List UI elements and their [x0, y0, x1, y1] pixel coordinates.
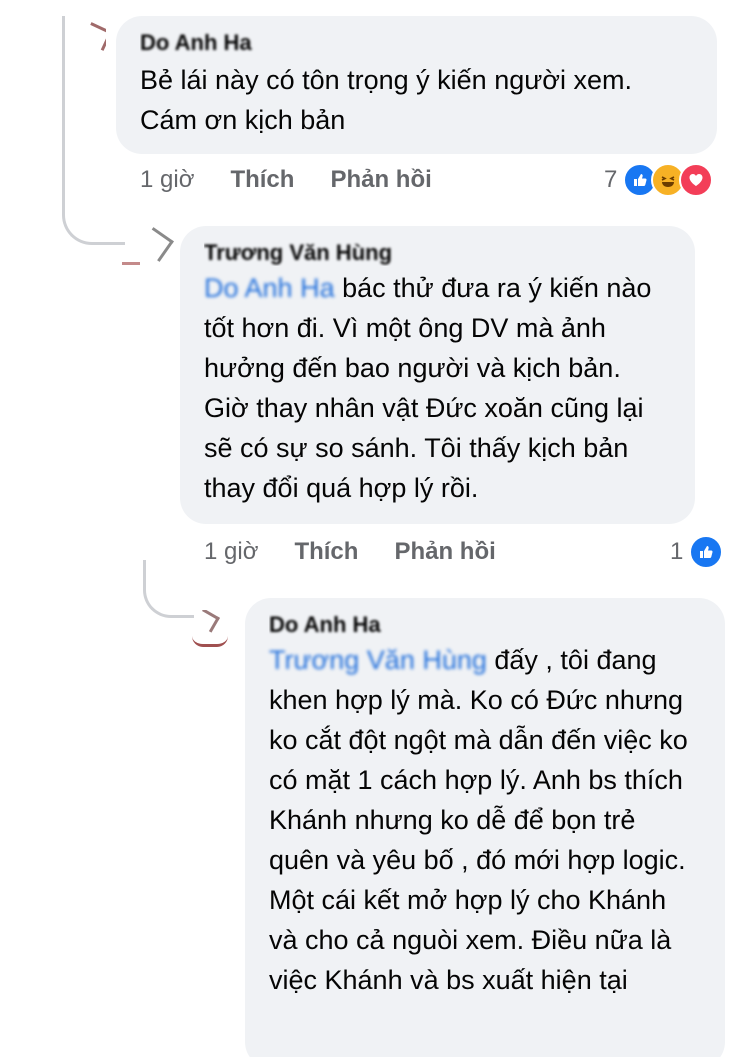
- comment-timestamp[interactable]: 1 giờ: [140, 166, 194, 194]
- comment-bubble: Do Anh Ha Trương Văn Hùng đấy , tôi đang…: [245, 598, 725, 1057]
- reply-button[interactable]: Phản hồi: [394, 538, 495, 566]
- reaction-summary[interactable]: 7: [604, 162, 714, 198]
- like-icon: [689, 535, 724, 569]
- author-name[interactable]: Do Anh Ha: [269, 612, 381, 637]
- comment-bubble: Trương Văn Hùng Do Anh Ha bác thử đưa ra…: [180, 226, 695, 524]
- comment-body: đấy , tôi đang khen hợp lý mà. Ko có Đức…: [269, 645, 688, 995]
- comment-text: Bẻ lái này có tôn trọng ý kiến người xem…: [140, 65, 633, 135]
- mention-link[interactable]: Trương Văn Hùng: [269, 640, 487, 680]
- reaction-summary[interactable]: 1: [670, 534, 724, 570]
- love-icon: [679, 163, 714, 197]
- reaction-count: 7: [604, 166, 618, 193]
- comment-thread: Do Anh Ha Bẻ lái này có tôn trọng ý kiến…: [0, 0, 749, 1057]
- avatar[interactable]: [168, 610, 238, 650]
- comment-timestamp[interactable]: 1 giờ: [204, 538, 258, 566]
- author-name[interactable]: Do Anh Ha: [140, 30, 252, 55]
- comment-actions: 1 giờ Thích Phản hồi: [204, 534, 532, 570]
- reaction-count: 1: [670, 538, 684, 565]
- reply-button[interactable]: Phản hồi: [330, 166, 431, 194]
- author-name[interactable]: Trương Văn Hùng: [204, 240, 392, 265]
- comment-actions: 1 giờ Thích Phản hồi: [140, 162, 468, 198]
- mention-link[interactable]: Do Anh Ha: [204, 268, 335, 308]
- like-button[interactable]: Thích: [294, 538, 358, 566]
- avatar[interactable]: [48, 8, 106, 104]
- comment-text: Trương Văn Hùng đấy , tôi đang khen hợp …: [269, 640, 701, 1000]
- like-button[interactable]: Thích: [230, 166, 294, 194]
- comment-author[interactable]: Do Anh Ha: [140, 30, 693, 56]
- comment-author[interactable]: Do Anh Ha: [269, 612, 701, 638]
- avatar[interactable]: [118, 226, 178, 276]
- comment-text: Do Anh Ha bác thử đưa ra ý kiến nào tốt …: [204, 268, 671, 508]
- comment-bubble: Do Anh Ha Bẻ lái này có tôn trọng ý kiến…: [116, 16, 717, 154]
- comment-author[interactable]: Trương Văn Hùng: [204, 240, 671, 266]
